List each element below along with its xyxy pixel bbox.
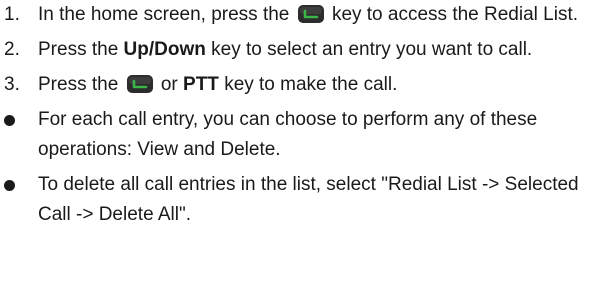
down-key-label: Down — [154, 39, 206, 60]
step-text: key to make the call. — [224, 74, 398, 95]
step-1: 1. In the home screen, press the key to … — [0, 0, 595, 30]
step-number: 2. — [4, 39, 20, 60]
up-key-label: Up — [123, 39, 149, 60]
step-number: 3. — [4, 74, 20, 95]
ptt-key-label: PTT — [183, 74, 219, 95]
bullet-icon — [4, 115, 15, 126]
step-text: Press the — [38, 39, 119, 60]
send-key-icon — [126, 75, 153, 93]
bullet-icon — [4, 180, 15, 191]
step-number: 1. — [4, 4, 20, 25]
instruction-document: 1. In the home screen, press the key to … — [0, 0, 595, 288]
step-text: In the home screen, press the — [38, 4, 290, 25]
step-text: or — [160, 74, 178, 95]
note-2: To delete all call entries in the list, … — [0, 170, 595, 230]
step-text: Press the — [38, 74, 119, 95]
send-key-icon — [297, 5, 324, 23]
note-text: To delete all call entries in the list, … — [38, 174, 579, 225]
step-text: key to select an entry you want to call. — [211, 39, 533, 60]
step-text: key to access the Redial List. — [331, 4, 579, 25]
note-1: For each call entry, you can choose to p… — [0, 105, 595, 165]
step-2: 2. Press the Up/Down key to select an en… — [0, 35, 595, 65]
step-3: 3. Press the or PTT key to make the call… — [0, 70, 595, 100]
note-text: For each call entry, you can choose to p… — [38, 109, 538, 160]
